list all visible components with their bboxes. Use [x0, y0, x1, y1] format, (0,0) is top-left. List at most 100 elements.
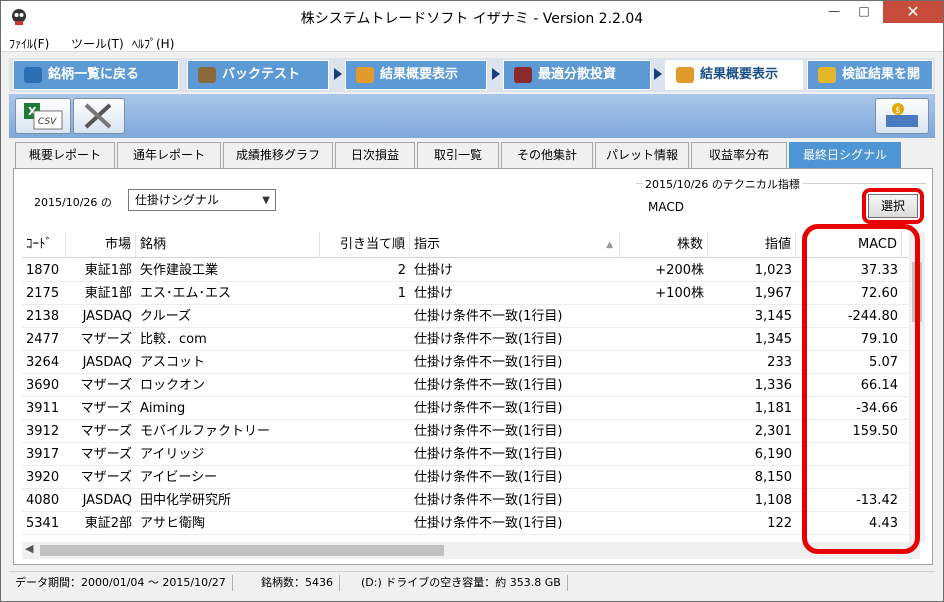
status-stock-count: 銘柄数：5436	[255, 575, 340, 591]
scroll-left-icon[interactable]: ◀	[25, 542, 33, 555]
table-row[interactable]: 3917 マザーズ アイリッジ 仕掛け条件不一致(1行目) 6,190	[22, 443, 920, 466]
table-row[interactable]: 3920 マザーズ アイビーシー 仕掛け条件不一致(1行目) 8,150	[22, 466, 920, 489]
technical-indicator-group: 2015/10/26 のテクニカル指標 MACD 選択	[636, 176, 926, 225]
table-row[interactable]: 5341 東証2部 アサヒ衛陶 仕掛け条件不一致(1行目) 122 4.43	[22, 512, 920, 535]
tab-label: 結果概要表示	[700, 67, 779, 82]
status-data-period: データ期間：2000/01/04 〜 2015/10/27	[9, 575, 233, 591]
cell-allocation-order	[320, 466, 410, 489]
cell-code: 2138	[26, 309, 60, 324]
table-row[interactable]: 4080 JASDAQ 田中化学研究所 仕掛け条件不一致(1行目) 1,108 -13.4…	[22, 489, 920, 512]
col-shares[interactable]: 株数	[620, 232, 708, 258]
cell-code: 3912	[26, 424, 60, 439]
cell-code: 5341	[26, 516, 60, 531]
cell-market: マザーズ	[80, 378, 132, 393]
cell-shares	[620, 443, 708, 466]
cell-shares	[620, 512, 708, 535]
col-code[interactable]: ｺｰﾄﾞ	[22, 232, 66, 258]
cell-allocation-order	[320, 351, 410, 374]
cell-allocation-order	[320, 305, 410, 328]
export-csv-button[interactable]: X CSV	[15, 98, 71, 134]
close-button[interactable]: ✕	[883, 1, 943, 23]
table-row[interactable]: 1870 東証1部 矢作建設工業 2 仕掛け +200株 1,023 37.33	[22, 259, 920, 282]
tab-last-day-signal[interactable]: 最終日シグナル	[789, 142, 901, 168]
maximize-button[interactable]: □	[849, 1, 879, 23]
tab-label: バックテスト	[222, 67, 301, 82]
table-row[interactable]: 2477 マザーズ 比較．com 仕掛け条件不一致(1行目) 1,345 79.10	[22, 328, 920, 351]
chart-icon	[676, 67, 694, 83]
cell-market: JASDAQ	[82, 355, 132, 370]
cell-allocation-order	[320, 420, 410, 443]
tab-other-stats[interactable]: その他集計	[501, 142, 593, 168]
tab-back-to-list[interactable]: 銘柄一覧に戻る	[13, 60, 179, 90]
macd-column-highlight	[802, 224, 920, 554]
table-row[interactable]: 2138 JASDAQ クルーズ 仕掛け条件不一致(1行目) 3,145 -244.80	[22, 305, 920, 328]
technical-indicator-title: 2015/10/26 のテクニカル指標	[642, 176, 803, 192]
cell-instruction: 仕掛け条件不一致(1行目)	[414, 355, 563, 370]
cell-instruction: 仕掛け条件不一致(1行目)	[414, 378, 563, 393]
col-instruction[interactable]: 指示 ▲	[410, 232, 620, 258]
money-icon: $	[886, 103, 918, 127]
col-market[interactable]: 市場	[66, 232, 136, 258]
money-transfer-button[interactable]: $	[875, 98, 929, 134]
cell-limit-price: 1,181	[754, 401, 792, 416]
tab-backtest[interactable]: バックテスト	[187, 60, 329, 90]
tab-return-distribution[interactable]: 収益率分布	[691, 142, 787, 168]
date-label: 2015/10/26 の	[34, 196, 112, 209]
tab-summary-report[interactable]: 概要レポート	[15, 142, 115, 168]
cell-shares	[620, 351, 708, 374]
tab-label: 結果概要表示	[380, 67, 459, 82]
cell-code: 3917	[26, 447, 60, 462]
table-header: ｺｰﾄﾞ 市場 銘柄 引き当て順 指示 ▲ 株数 指値 MACD	[22, 232, 920, 258]
cell-name: Aiming	[140, 401, 186, 416]
cell-market: マザーズ	[80, 447, 132, 462]
cell-instruction: 仕掛け条件不一致(1行目)	[414, 309, 563, 324]
main-tab-bar: 銘柄一覧に戻る バックテスト 結果概要表示 最適分散投資 結果概要表示 検証結果…	[9, 58, 935, 110]
cell-instruction: 仕掛け	[414, 286, 454, 301]
cell-instruction: 仕掛け条件不一致(1行目)	[414, 332, 563, 347]
table-row[interactable]: 3911 マザーズ Aiming 仕掛け条件不一致(1行目) 1,181 -34.66	[22, 397, 920, 420]
tab-open-results[interactable]: 検証結果を開く	[807, 60, 933, 110]
cell-allocation-order	[320, 397, 410, 420]
cell-name: アサヒ衛陶	[140, 516, 206, 531]
signal-type-select[interactable]: 仕掛けシグナル ▼	[128, 189, 276, 211]
horizontal-scroll-thumb[interactable]	[40, 545, 444, 556]
cell-name: 田中化学研究所	[140, 493, 232, 508]
horizontal-scrollbar[interactable]: ◀	[22, 542, 920, 559]
menu-help[interactable]: ﾍﾙﾌﾟ(H)	[132, 35, 174, 52]
open-folder-icon	[818, 67, 836, 83]
tab-result-summary-2[interactable]: 結果概要表示	[665, 60, 803, 90]
menu-file[interactable]: ﾌｧｲﾙ(F)	[9, 35, 49, 52]
cell-instruction: 仕掛け条件不一致(1行目)	[414, 493, 563, 508]
menu-tools[interactable]: ツール(T)	[71, 35, 124, 52]
window-title: 株システムトレードソフト イザナミ - Version 2.2.04	[300, 11, 644, 27]
table-row[interactable]: 3264 JASDAQ アスコット 仕掛け条件不一致(1行目) 233 5.07	[22, 351, 920, 374]
tab-label: 銘柄一覧に戻る	[48, 67, 140, 82]
cell-instruction: 仕掛け条件不一致(1行目)	[414, 401, 563, 416]
tools-button[interactable]	[73, 98, 125, 134]
cell-instruction: 仕掛け条件不一致(1行目)	[414, 470, 563, 485]
cell-name: エス･エム･エス	[140, 286, 232, 301]
tab-pallet-info[interactable]: パレット情報	[595, 142, 689, 168]
cell-instruction: 仕掛け条件不一致(1行目)	[414, 447, 563, 462]
cell-limit-price: 6,190	[754, 447, 792, 462]
tab-result-summary-1[interactable]: 結果概要表示	[345, 60, 487, 90]
cell-name: 矢作建設工業	[140, 263, 219, 278]
tab-performance-graph[interactable]: 成績推移グラフ	[223, 142, 333, 168]
list-icon	[24, 67, 42, 83]
minimize-button[interactable]: —	[819, 1, 849, 23]
col-limit-price[interactable]: 指値	[708, 232, 796, 258]
table-row[interactable]: 3912 マザーズ モバイルファクトリー 仕掛け条件不一致(1行目) 2,301 159.…	[22, 420, 920, 443]
cell-code: 3920	[26, 470, 60, 485]
cell-code: 3690	[26, 378, 60, 393]
cell-market: JASDAQ	[82, 309, 132, 324]
tab-optimal-diversification[interactable]: 最適分散投資	[503, 60, 651, 90]
tab-daily-pl[interactable]: 日次損益	[335, 142, 415, 168]
sub-tab-bar: 概要レポート 通年レポート 成績推移グラフ 日次損益 取引一覧 その他集計 パレ…	[9, 140, 935, 168]
table-row[interactable]: 3690 マザーズ ロックオン 仕掛け条件不一致(1行目) 1,336 66.14	[22, 374, 920, 397]
col-allocation-order[interactable]: 引き当て順	[320, 232, 410, 258]
table-row[interactable]: 2175 東証1部 エス･エム･エス 1 仕掛け +100株 1,967 72.60	[22, 282, 920, 305]
col-name[interactable]: 銘柄	[136, 232, 320, 258]
cell-code: 2477	[26, 332, 60, 347]
tab-annual-report[interactable]: 通年レポート	[117, 142, 221, 168]
tab-trade-list[interactable]: 取引一覧	[417, 142, 499, 168]
